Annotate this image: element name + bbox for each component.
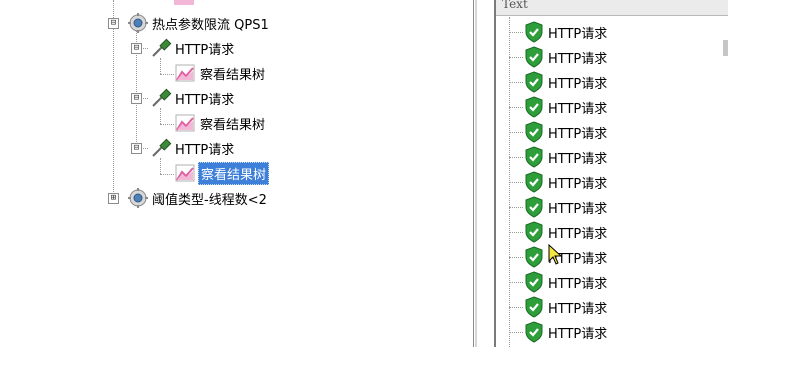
partial-icon-above bbox=[174, 0, 194, 5]
result-item-label: HTTP请求 bbox=[548, 201, 608, 217]
tree-connector bbox=[160, 108, 161, 124]
scrollbar-thumb[interactable] bbox=[723, 40, 728, 56]
result-item[interactable]: HTTP请求 bbox=[509, 196, 607, 218]
graph-listener-icon bbox=[175, 164, 195, 182]
result-item-label: HTTP请求 bbox=[548, 76, 608, 92]
result-item-label: HTTP请求 bbox=[548, 276, 608, 292]
result-item[interactable]: HTTP请求 bbox=[509, 46, 607, 68]
result-item-label: HTTP请求 bbox=[548, 151, 608, 167]
panel-border bbox=[473, 0, 474, 347]
tree-node-label: 察看结果树 bbox=[200, 117, 266, 133]
green-shield-check-icon bbox=[525, 121, 543, 143]
green-shield-check-icon bbox=[525, 21, 543, 43]
tree-node-http-request[interactable]: HTTP请求 bbox=[149, 87, 236, 109]
tree-node-label: HTTP请求 bbox=[175, 92, 235, 108]
result-item[interactable]: HTTP请求 bbox=[509, 146, 607, 168]
tree-node-label: 察看结果树 bbox=[200, 67, 266, 83]
collapse-toggle[interactable]: ⊟ bbox=[108, 18, 119, 29]
expand-toggle[interactable]: ⊞ bbox=[108, 193, 119, 204]
collapse-toggle[interactable]: ⊟ bbox=[131, 143, 142, 154]
result-item-label: HTTP请求 bbox=[548, 101, 608, 117]
tree-connector bbox=[113, 0, 114, 198]
collapse-toggle[interactable]: ⊟ bbox=[131, 43, 142, 54]
tree-node-label: 热点参数限流 QPS1 bbox=[152, 17, 269, 33]
result-item[interactable]: HTTP请求 bbox=[509, 271, 607, 293]
panel-border bbox=[475, 0, 477, 347]
result-item[interactable]: HTTP请求 bbox=[509, 321, 607, 343]
green-shield-check-icon bbox=[525, 146, 543, 168]
tree-node-label: HTTP请求 bbox=[175, 142, 235, 158]
green-shield-check-icon bbox=[525, 71, 543, 93]
mouse-cursor-icon bbox=[548, 244, 563, 265]
tree-node-http-request[interactable]: HTTP请求 bbox=[149, 137, 236, 159]
text-column-header: Text bbox=[496, 0, 728, 16]
result-item-label: HTTP请求 bbox=[548, 176, 608, 192]
result-item-label: HTTP请求 bbox=[548, 326, 608, 342]
tree-connector bbox=[160, 58, 161, 74]
result-item[interactable]: HTTP请求 bbox=[509, 96, 607, 118]
graph-listener-icon bbox=[175, 114, 195, 132]
result-item[interactable]: HTTP请求 bbox=[509, 21, 607, 43]
tree-node-label: 察看结果树 bbox=[198, 161, 270, 185]
green-shield-check-icon bbox=[525, 46, 543, 68]
green-shield-check-icon bbox=[525, 296, 543, 318]
result-item-label: HTTP请求 bbox=[548, 301, 608, 317]
gear-icon bbox=[128, 188, 148, 208]
tree-connector bbox=[160, 74, 174, 75]
tree-node-view-results-tree-selected[interactable]: 察看结果树 bbox=[174, 161, 270, 185]
tree-connector bbox=[160, 158, 161, 174]
collapse-toggle[interactable]: ⊟ bbox=[131, 93, 142, 104]
results-panel: Text HTTP请求 HTTP请求 HTTP请求 HTTP请求 HTTP请求 … bbox=[473, 0, 728, 347]
tree-node-label: HTTP请求 bbox=[175, 42, 235, 58]
result-item[interactable]: HTTP请求 bbox=[509, 221, 607, 243]
result-item-label: HTTP请求 bbox=[548, 26, 608, 42]
green-shield-check-icon bbox=[525, 171, 543, 193]
tree-node-view-results-tree[interactable]: 察看结果树 bbox=[174, 112, 267, 134]
tree-node-http-request[interactable]: HTTP请求 bbox=[149, 37, 236, 59]
green-shield-check-icon bbox=[525, 96, 543, 118]
pipette-sampler-icon bbox=[152, 138, 172, 157]
tree-connector bbox=[160, 174, 174, 175]
result-item-label: HTTP请求 bbox=[548, 126, 608, 142]
tree-connector bbox=[160, 124, 174, 125]
result-item-label: HTTP请求 bbox=[548, 51, 608, 67]
result-item[interactable]: HTTP请求 bbox=[509, 71, 607, 93]
gear-icon bbox=[128, 13, 148, 33]
green-shield-check-icon bbox=[525, 321, 543, 343]
test-plan-tree: ⊟ 热点参数限流 QPS1 ⊟ HTTP请求 察看结果树 ⊟ HTTP请求 察看… bbox=[0, 0, 460, 390]
green-shield-check-icon bbox=[525, 221, 543, 243]
graph-listener-icon bbox=[175, 64, 195, 82]
result-item-label: HTTP请求 bbox=[548, 226, 608, 242]
tree-node-threshold-type[interactable]: 阈值类型-线程数<2 bbox=[126, 187, 269, 209]
tree-node-label: 阈值类型-线程数<2 bbox=[152, 192, 267, 208]
result-item[interactable]: HTTP请求 bbox=[509, 121, 607, 143]
pipette-sampler-icon bbox=[152, 88, 172, 107]
tree-node-hotspot-limit[interactable]: 热点参数限流 QPS1 bbox=[126, 12, 271, 34]
results-list: HTTP请求 HTTP请求 HTTP请求 HTTP请求 HTTP请求 HTTP请… bbox=[496, 17, 728, 347]
result-item[interactable]: HTTP请求 bbox=[509, 296, 607, 318]
pipette-sampler-icon bbox=[152, 38, 172, 57]
tree-node-view-results-tree[interactable]: 察看结果树 bbox=[174, 62, 267, 84]
green-shield-check-icon bbox=[525, 196, 543, 218]
green-shield-check-icon bbox=[525, 271, 543, 293]
green-shield-check-icon bbox=[525, 246, 543, 268]
result-item[interactable]: HTTP请求 bbox=[509, 171, 607, 193]
